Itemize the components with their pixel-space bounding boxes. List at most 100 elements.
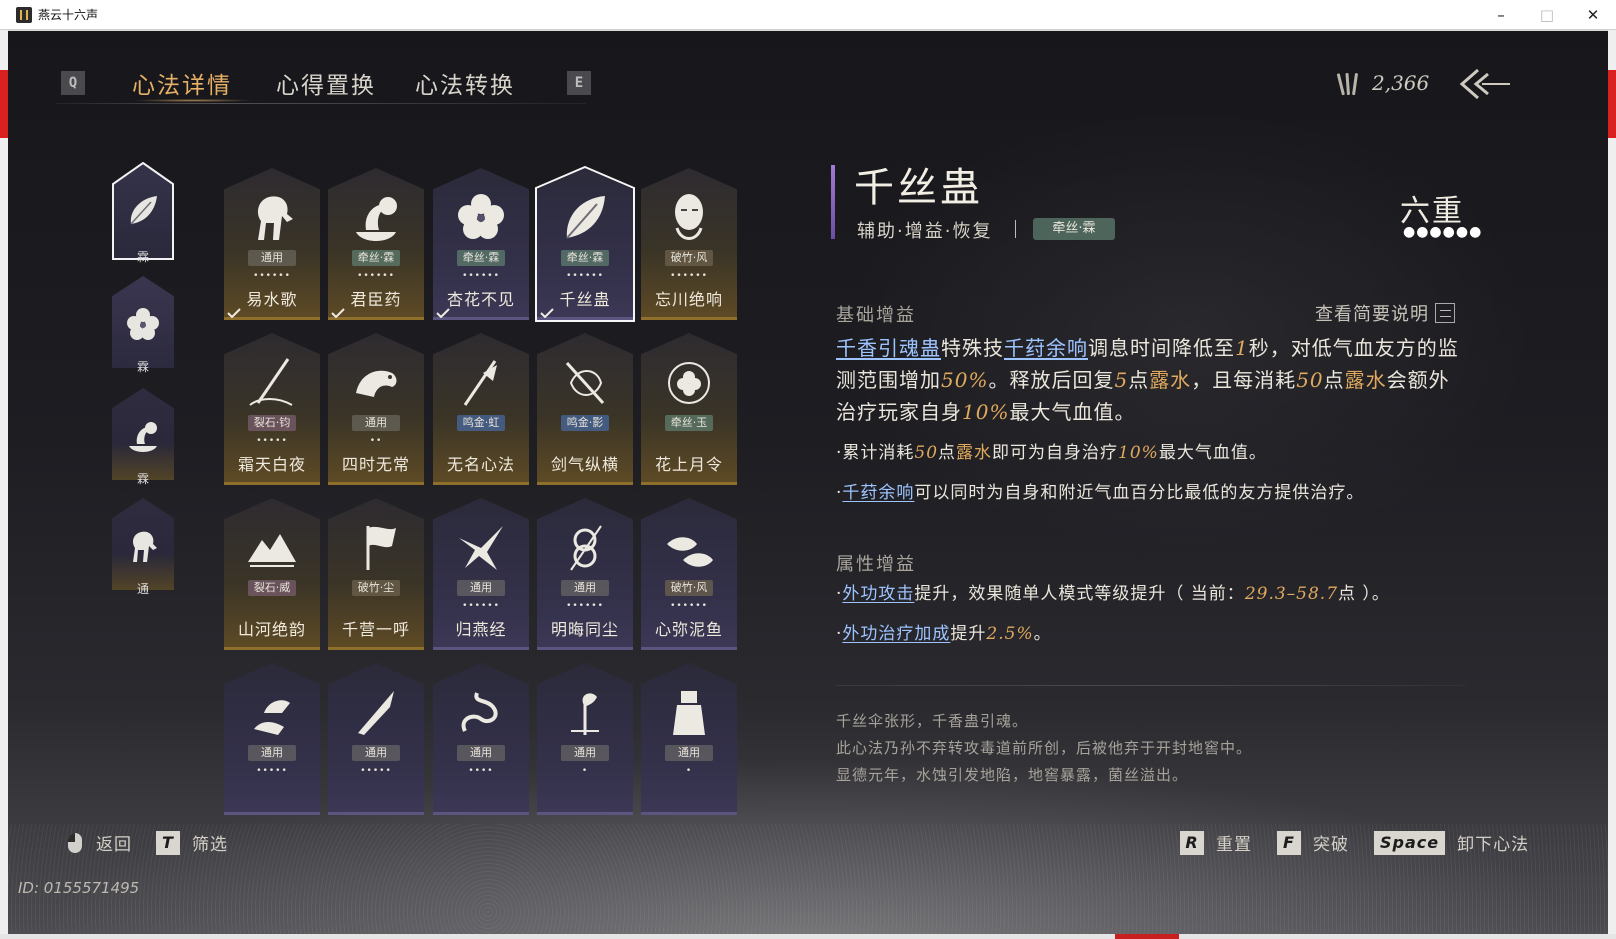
skill-card[interactable]: 牵丝·霖 •••••• 君臣药 <box>328 168 424 320</box>
blade-icon <box>358 691 394 735</box>
tab-insight-swap[interactable]: 心得置换 <box>276 66 376 100</box>
card-rank-dots: •••••• <box>462 271 500 281</box>
category-tab-2[interactable]: 霖 <box>112 276 174 374</box>
lore-line-2: 此心法乃孙不弃转攻毒道前所创，后被他弃于开封地窖中。 <box>836 739 1253 757</box>
water-bowl-icon <box>356 197 397 241</box>
view-brief-button[interactable]: 查看简要说明 <box>1315 300 1455 326</box>
text: ，且每消耗 <box>1191 368 1297 392</box>
view-brief-label: 查看简要说明 <box>1315 304 1429 325</box>
card-name: 山河绝韵 <box>237 620 306 639</box>
card-name: 无名心法 <box>446 455 515 474</box>
skill-card[interactable]: 裂石·威 山河绝韵 <box>224 498 320 650</box>
card-rank-dots: •••••• <box>670 601 708 611</box>
value: 10% <box>962 400 1010 424</box>
back-arrow-icon[interactable] <box>1458 66 1518 102</box>
equipped-check-icon <box>227 308 241 318</box>
bird-hand-icon <box>254 700 290 735</box>
close-button[interactable]: ✕ <box>1570 0 1616 30</box>
resource-term: 露水 <box>956 443 993 463</box>
category-tab-1[interactable]: 霖 <box>112 162 174 264</box>
reset-label: 重置 <box>1216 835 1252 855</box>
link-attribute[interactable]: 外功治疗加成 <box>842 624 950 644</box>
text: 即可为自身治疗 <box>992 443 1119 463</box>
detail-school-tag: 牵丝·霖 <box>1033 218 1115 240</box>
card-rank-dots: ••••• <box>256 436 288 446</box>
skill-card[interactable]: 通用 •••••• 明晦同尘 <box>537 498 633 650</box>
skill-card[interactable]: 通用 •••••• 归燕经 <box>433 498 529 650</box>
category-label: 通 <box>136 582 149 596</box>
resource-term: 露水 <box>1149 368 1192 392</box>
category-label: 霖 <box>136 472 149 486</box>
skill-card[interactable]: 通用 • <box>641 663 737 815</box>
value: 5 <box>1114 368 1129 392</box>
tab-next-key[interactable]: E <box>567 71 591 95</box>
feather-quills-icon <box>1336 71 1359 96</box>
card-base-line <box>433 812 529 815</box>
skill-card[interactable]: 通用 •••••• 易水歌 <box>224 168 320 320</box>
value: 29.3–58.7 <box>1244 584 1339 604</box>
card-rank-dots: •••••• <box>462 601 500 611</box>
card-rank-dots: • <box>581 766 589 776</box>
flag-icon <box>366 526 396 570</box>
skill-card[interactable]: 牵丝·霖 •••••• 杏花不见 <box>433 168 529 320</box>
text: 最大气血值。 <box>1009 400 1136 424</box>
text: 最大气血值。 <box>1158 443 1267 463</box>
tab-heart-method-details[interactable]: 心法详情 <box>132 66 232 100</box>
skill-card[interactable]: 通用 ••••• <box>224 663 320 815</box>
card-rank-dots: •••••• <box>566 271 604 281</box>
value: 50% <box>941 368 989 392</box>
lore-line-3: 显德元年，水蚀引发地陷，地窖暴露，菌丝溢出。 <box>836 766 1189 784</box>
text: 。 <box>1033 624 1052 644</box>
detail-rank-dots: ●●●●●● <box>1403 224 1483 240</box>
card-rank-dots: ••••• <box>360 766 392 776</box>
card-school-tag: 通用 <box>665 745 713 761</box>
card-base-line <box>641 482 737 485</box>
card-school-tag: 鸣金·影 <box>561 415 609 431</box>
card-name: 杏花不见 <box>446 290 515 309</box>
skill-card[interactable]: 鸣金·虹无名心法 <box>433 333 529 485</box>
maximize-button[interactable]: □ <box>1524 0 1570 30</box>
unload-key: Space <box>1374 830 1446 855</box>
skill-card[interactable]: 破竹·风 •••••• 忘川绝响 <box>641 168 737 320</box>
card-school-tag: 破竹·风 <box>665 580 713 596</box>
back-control[interactable]: 返回 <box>68 830 132 855</box>
link-skill-name[interactable]: 千香引魂蛊 <box>836 336 941 360</box>
card-rank-dots: •••••• <box>357 271 395 281</box>
value: 2.5% <box>986 624 1034 644</box>
category-tab-4[interactable]: 通 <box>112 498 174 596</box>
leaf-icon <box>566 196 605 239</box>
card-school-tag: 通用 <box>457 745 505 761</box>
tab-prev-key[interactable]: Q <box>61 71 85 95</box>
card-school-tag: 鸣金·虹 <box>457 415 505 431</box>
skill-card[interactable]: 牵丝·霖 •••••• 千丝蛊 <box>535 166 635 322</box>
skill-card[interactable]: 鸣金·影 剑气纵横 <box>537 333 633 485</box>
leaf-icon <box>130 196 157 225</box>
card-name: 易水歌 <box>246 290 298 309</box>
category-tab-3[interactable]: 霖 <box>112 388 174 486</box>
skill-card[interactable]: 裂石·钧 ••••• 霜天白夜 <box>224 333 320 485</box>
link-skill-name[interactable]: 千荮余响 <box>1004 336 1088 360</box>
value: 1 <box>1235 336 1249 360</box>
minimize-button[interactable]: – <box>1478 0 1524 30</box>
currency-value: 2,366 <box>1372 71 1430 95</box>
skill-card[interactable]: 牵丝·玉 花上月令 <box>641 333 737 485</box>
skill-card[interactable]: 通用 •• 四时无常 <box>328 333 424 485</box>
link-attribute[interactable]: 外功攻击 <box>842 584 914 604</box>
skill-card[interactable]: 通用 ••••• <box>328 663 424 815</box>
reset-control[interactable]: R 重置 <box>1180 830 1252 855</box>
skill-card[interactable]: 破竹·尘 千营一呼 <box>328 498 424 650</box>
tab-method-convert[interactable]: 心法转换 <box>415 66 515 100</box>
right-window-edge <box>1608 30 1616 939</box>
breakthrough-control[interactable]: F 突破 <box>1277 830 1349 855</box>
beast-icon <box>356 370 397 397</box>
attribute-1: ·外功攻击提升，效果随单人模式等级提升（ 当前：29.3–58.7点 ）。 <box>836 581 1466 607</box>
skill-card[interactable]: 通用 • <box>537 663 633 815</box>
link-skill-name[interactable]: 千荮余响 <box>842 483 914 503</box>
skill-card[interactable]: 通用 •••• <box>433 663 529 815</box>
skill-card[interactable]: 破竹·风 •••••• 心弥泥鱼 <box>641 498 737 650</box>
filter-control[interactable]: T 筛选 <box>156 830 228 855</box>
unload-control[interactable]: Space 卸下心法 <box>1374 830 1529 855</box>
card-rank-dots: •••••• <box>566 601 604 611</box>
card-school-tag: 牵丝·玉 <box>665 415 713 431</box>
card-rank-dots: •••••• <box>670 271 708 281</box>
